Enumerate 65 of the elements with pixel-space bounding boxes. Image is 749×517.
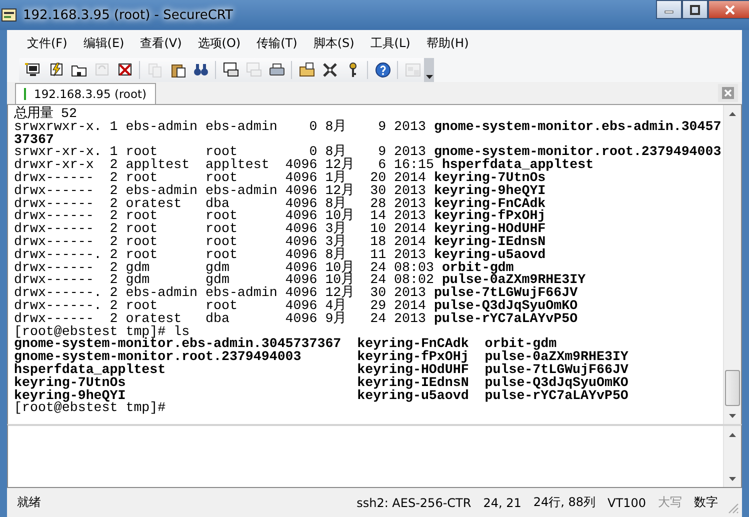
terminal-line: 总用量 52 — [14, 108, 77, 121]
terminal-line: drwx------ 2 gdm gdm 4096 10月 24 08:03 orbit-gdm — [14, 262, 514, 274]
minimize-button[interactable] — [656, 0, 682, 19]
status-text: 就绪 — [16, 494, 42, 511]
close-icon — [724, 4, 736, 14]
help-icon — [374, 62, 390, 78]
caret-icon — [426, 74, 432, 78]
scrollbar-thumb[interactable] — [725, 370, 740, 406]
close-button[interactable] — [708, 0, 749, 19]
computer-cross-icon — [116, 62, 132, 78]
terminal-line: drwx------. 2 root root 4096 4月 29 2014 pulse-Q3dJqSyuOmKO — [14, 300, 578, 313]
terminal-line: keyring-7UtnOs keyring-IEdnsN pulse-Q3dJqSyuOmKO — [14, 376, 628, 390]
scrollbar[interactable] — [723, 105, 741, 424]
terminal-line: drwx------. 2 root root 4096 8月 11 2013 keyring-u5aovd — [14, 248, 546, 262]
menu-item[interactable]: 选项(O) — [190, 32, 249, 55]
terminal-line: [root@ebstest tmp]# — [14, 402, 166, 416]
scroll-up-icon — [729, 112, 736, 116]
status-text: 大写 — [657, 494, 683, 511]
terminal-line: hsperfdata_appltest keyring-HOdUHF pulse-7tLGWujF66JV — [14, 364, 628, 377]
menu-item[interactable]: 脚本(S) — [305, 32, 362, 55]
scroll-down-icon — [729, 476, 736, 480]
menu-item[interactable]: 工具(L) — [362, 32, 418, 55]
terminal-line: srwxrwxr-x. 1 ebs-admin ebs-admin 0 8月 9 2013 gnome-system-monitor.ebs-admin.30457 — [14, 120, 722, 134]
terminal-line: drwx------ 2 oratest dba 4096 9月 24 2013 pulse-rYC7aLAYvP5O — [14, 312, 578, 326]
terminal-line: [root@ebstest tmp]# ls — [14, 326, 190, 338]
terminal-line: gnome-system-monitor.ebs-admin.3045737367 keyring-FnCAdk orbit-gdm — [14, 338, 557, 352]
menu-item[interactable]: 编辑(E) — [75, 32, 132, 55]
printer-icon — [268, 62, 284, 78]
menu-item[interactable]: 传输(T) — [248, 32, 306, 55]
scroll-down-icon — [729, 414, 736, 418]
terminal-line: drwxr-xr-x 2 appltest appltest 4096 12月 6 16:15 hsperfdata_appltest — [14, 159, 594, 172]
status-text: VT100 — [606, 496, 647, 510]
menu-item[interactable]: 文件(F) — [19, 32, 76, 55]
terminal-line: drwx------ 2 root root 4096 1月 20 2014 keyring-7UtnOs — [14, 172, 546, 185]
status-text: 24行, 88列 — [532, 494, 597, 511]
status-text: 数字 — [693, 494, 719, 511]
maximize-button[interactable] — [682, 0, 708, 19]
crossed-tools-icon — [322, 62, 338, 78]
scrollbar[interactable] — [723, 426, 741, 487]
terminal-line: drwx------ 2 root root 4096 3月 18 2014 keyring-IEdnsN — [14, 236, 546, 249]
clipboard-icon — [170, 62, 186, 78]
app-icon — [1, 7, 17, 23]
resize-grip-icon — [728, 503, 739, 514]
close-icon — [722, 87, 734, 99]
maximize-icon — [689, 4, 701, 14]
terminal-line: drwx------ 2 root root 4096 3月 10 2014 keyring-HOdUHF — [14, 223, 546, 236]
menu-item[interactable]: 查看(V) — [132, 32, 190, 55]
folder-settings-icon — [298, 62, 314, 78]
terminal-line: 37367 — [14, 134, 54, 146]
window-title: 192.168.3.95 (root) - SecureCRT — [23, 8, 234, 22]
lightning-icon — [48, 62, 64, 78]
session-tab[interactable]: 192.168.3.95 (root) — [15, 83, 156, 104]
binoculars-icon — [192, 62, 208, 78]
terminal-line: drwx------. 2 ebs-admin ebs-admin 4096 12月 30 2013 pulse-7tLGWujF66JV — [14, 287, 578, 300]
terminal-line: drwx------ 2 ebs-admin ebs-admin 4096 12月 30 2013 keyring-9heQYI — [14, 184, 546, 198]
copy-icon — [146, 62, 162, 78]
toolbar-overflow-button[interactable] — [424, 58, 434, 82]
close-tab-button[interactable] — [718, 84, 738, 102]
terminal-line: gnome-system-monitor.root.2379494003 keyring-fPxOHj pulse-0aZXm9RHE3IY — [14, 351, 628, 364]
status-text: ssh2: AES-256-CTR — [356, 496, 472, 510]
windows-icon — [404, 62, 420, 78]
menu-item[interactable]: 帮助(H) — [418, 32, 477, 55]
status-text: 24, 21 — [482, 496, 522, 510]
terminal-line: keyring-9heQYI keyring-u5aovd pulse-rYC7aLAYvP5O — [14, 390, 628, 402]
scroll-up-icon — [729, 432, 736, 436]
